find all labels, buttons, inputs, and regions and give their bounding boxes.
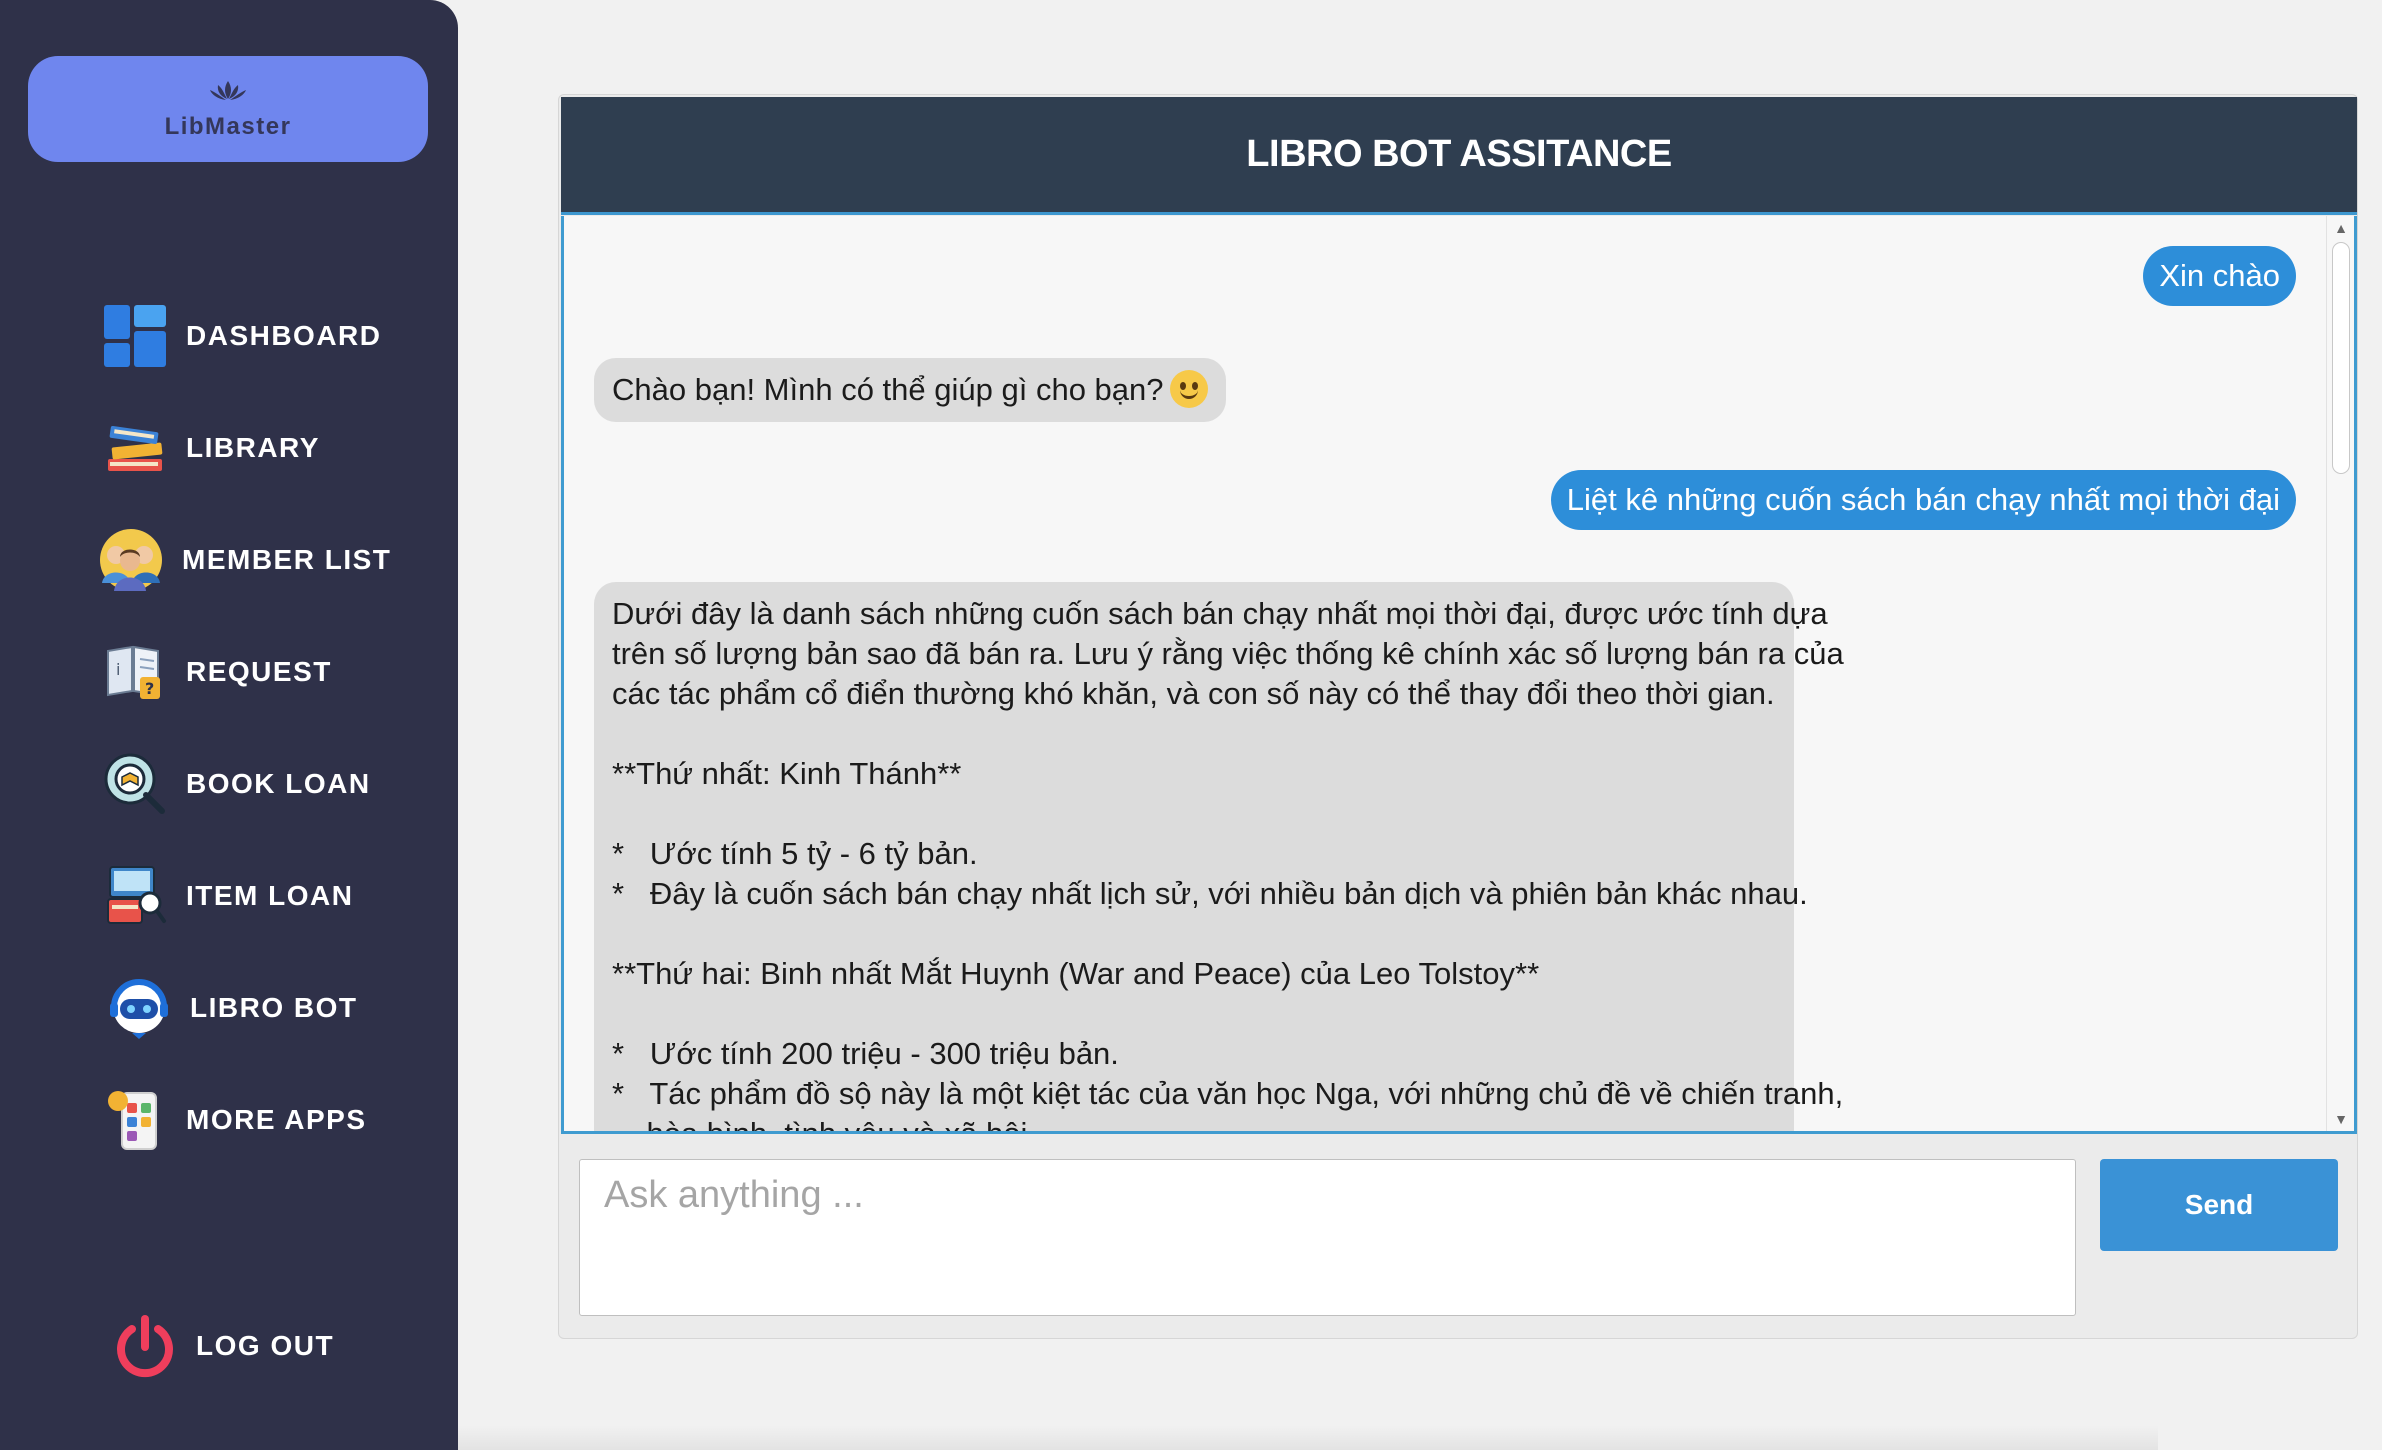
sidebar-item-request[interactable]: i ? REQUEST [100, 636, 430, 708]
message-text: Chào bạn! Mình có thể giúp gì cho bạn? [612, 372, 1164, 407]
logout-button[interactable]: LOG OUT [110, 1310, 440, 1382]
sidebar-item-label: BOOK LOAN [186, 768, 371, 799]
message-line [612, 794, 1776, 834]
message-line [612, 714, 1776, 754]
user-message: Xin chào [2143, 246, 2296, 306]
sidebar-item-library[interactable]: LIBRARY [100, 412, 430, 484]
bot-message: Chào bạn! Mình có thể giúp gì cho bạn? [594, 358, 1226, 422]
sidebar-item-label: DASHBOARD [186, 320, 382, 351]
message-line: * Đây là cuốn sách bán chạy nhất lịch sử… [612, 876, 1808, 911]
message-text: Liệt kê những cuốn sách bán chạy nhất mọ… [1566, 482, 2280, 517]
bot-message: Dưới đây là danh sách những cuốn sách bá… [594, 582, 1844, 1134]
message-line: trên số lượng bản sao đã bán ra. Lưu ý r… [612, 636, 1844, 671]
chat-input[interactable] [579, 1159, 2076, 1316]
members-icon [96, 525, 166, 595]
scroll-down-icon[interactable]: ▼ [2333, 1111, 2349, 1127]
apps-icon [100, 1085, 170, 1155]
message-line: hòa bình, tình yêu và xã hội. [612, 1116, 1036, 1134]
sidebar: LibMaster DASHBOARD LIBRARY MEMBER LIST … [0, 0, 458, 1450]
send-button[interactable]: Send [2100, 1159, 2338, 1251]
request-icon: i ? [100, 637, 170, 707]
message-text: Xin chào [2159, 258, 2280, 293]
sidebar-item-dashboard[interactable]: DASHBOARD [100, 300, 430, 372]
chat-messages[interactable]: Xin chào Chào bạn! Mình có thể giúp gì c… [561, 216, 2357, 1134]
scroll-up-icon[interactable]: ▲ [2333, 220, 2349, 236]
sidebar-item-label: LIBRARY [186, 432, 320, 463]
sidebar-item-book-loan[interactable]: BOOK LOAN [100, 748, 430, 820]
power-icon [110, 1311, 180, 1381]
message-line: * Ước tính 200 triệu - 300 triệu bản. [612, 1036, 1119, 1071]
message-line [612, 994, 1776, 1034]
sidebar-item-label: LIBRO BOT [190, 992, 358, 1023]
app-logo-text: LibMaster [164, 113, 292, 140]
chat-header: LIBRO BOT ASSITANCE [561, 97, 2357, 215]
messages-scrollbar[interactable]: ▲ ▼ [2326, 216, 2354, 1131]
books-icon [100, 413, 170, 483]
sidebar-item-label: MORE APPS [186, 1104, 367, 1135]
sidebar-item-member-list[interactable]: MEMBER LIST [96, 524, 426, 596]
message-line [612, 914, 1776, 954]
chat-title: LIBRO BOT ASSITANCE [1246, 133, 1672, 175]
message-line: **Thứ nhất: Kinh Thánh** [612, 756, 962, 791]
message-line: * Ước tính 5 tỷ - 6 tỷ bản. [612, 836, 978, 871]
app-logo[interactable]: LibMaster [28, 56, 428, 162]
robot-icon [104, 973, 174, 1043]
item-loan-icon [100, 861, 170, 931]
smiley-emoji-icon [1169, 370, 1208, 408]
dashboard-icon [100, 301, 170, 371]
sidebar-item-label: ITEM LOAN [186, 880, 354, 911]
sidebar-item-label: REQUEST [186, 656, 332, 687]
sidebar-item-more-apps[interactable]: MORE APPS [100, 1084, 430, 1156]
message-line: các tác phẩm cổ điển thường khó khăn, và… [612, 676, 1775, 711]
svg-text:?: ? [145, 679, 154, 698]
chat-panel: LIBRO BOT ASSITANCE Xin chào Chào bạn! M… [558, 94, 2358, 1339]
sidebar-item-libro-bot[interactable]: LIBRO BOT [104, 972, 434, 1044]
message-line: * Tác phẩm đồ sộ này là một kiệt tác của… [612, 1076, 1844, 1111]
book-loan-icon [100, 749, 170, 819]
user-message: Liệt kê những cuốn sách bán chạy nhất mọ… [1550, 470, 2296, 530]
lotus-logo-icon [210, 81, 246, 100]
sidebar-item-item-loan[interactable]: ITEM LOAN [100, 860, 430, 932]
message-line: **Thứ hai: Binh nhất Mắt Huynh (War and … [612, 956, 1540, 991]
logout-label: LOG OUT [196, 1330, 335, 1361]
svg-text:i: i [116, 660, 120, 679]
scrollbar-thumb[interactable] [2332, 242, 2350, 474]
page-bottom-shadow [458, 1425, 2158, 1450]
sidebar-item-label: MEMBER LIST [182, 544, 392, 575]
message-line: Dưới đây là danh sách những cuốn sách bá… [612, 596, 1828, 631]
